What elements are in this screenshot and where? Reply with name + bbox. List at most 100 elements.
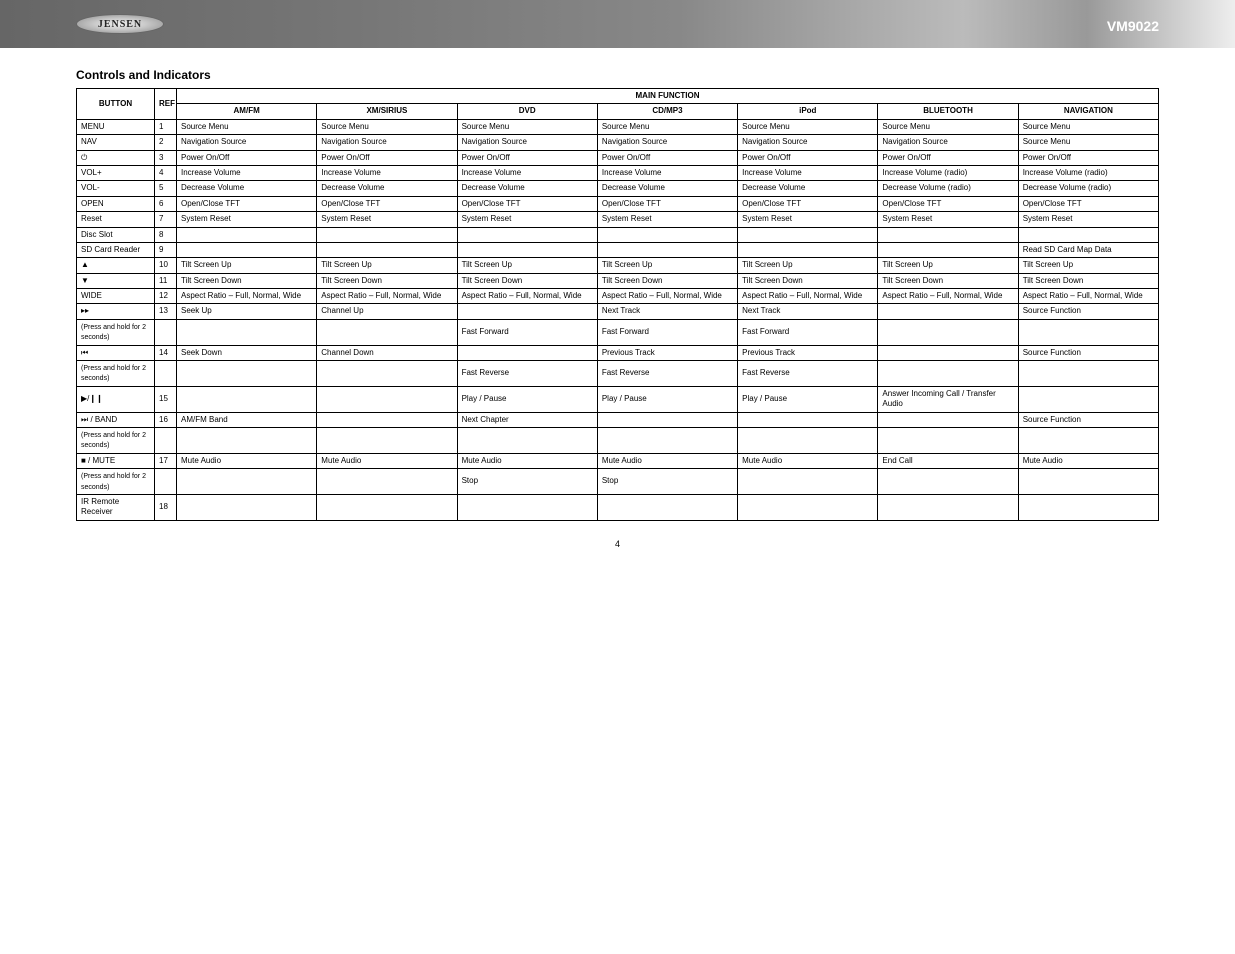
header-row-2: AM/FM XM/SIRIUS DVD CD/MP3 iPod BLUETOOT… (77, 104, 1159, 119)
ref-cell: 8 (155, 227, 177, 242)
function-cell (457, 427, 597, 453)
function-cell: System Reset (317, 212, 457, 227)
function-cell (878, 427, 1018, 453)
function-cell: End Call (878, 453, 1018, 468)
function-cell: Decrease Volume (radio) (1018, 181, 1158, 196)
function-cell: Fast Forward (457, 319, 597, 345)
table-row: (Press and hold for 2 seconds) (77, 427, 1159, 453)
function-cell (878, 304, 1018, 319)
function-cell: Source Function (1018, 412, 1158, 427)
button-label: Reset (81, 214, 102, 223)
button-cell: ⏭ / BAND (77, 412, 155, 427)
table-row: ▲ 10Tilt Screen UpTilt Screen UpTilt Scr… (77, 258, 1159, 273)
function-cell: Increase Volume (597, 165, 737, 180)
table-body: MENU1Source MenuSource MenuSource MenuSo… (77, 119, 1159, 520)
function-cell: Tilt Screen Up (457, 258, 597, 273)
function-cell: Increase Volume (177, 165, 317, 180)
function-cell: Open/Close TFT (177, 196, 317, 211)
function-cell: System Reset (1018, 212, 1158, 227)
button-cell: OPEN (77, 196, 155, 211)
function-cell: Increase Volume (radio) (1018, 165, 1158, 180)
button-icon: ▼ (81, 276, 89, 285)
table-row: OPEN6Open/Close TFTOpen/Close TFTOpen/Cl… (77, 196, 1159, 211)
function-cell: Power On/Off (738, 150, 878, 165)
function-cell: Aspect Ratio – Full, Normal, Wide (177, 289, 317, 304)
function-cell (1018, 494, 1158, 520)
function-cell (457, 227, 597, 242)
function-cell: Aspect Ratio – Full, Normal, Wide (597, 289, 737, 304)
function-cell: Channel Down (317, 345, 457, 360)
page-number: 4 (76, 539, 1159, 549)
function-cell: Decrease Volume (177, 181, 317, 196)
function-cell (177, 386, 317, 412)
button-label: MUTE (93, 456, 116, 465)
function-cell: Open/Close TFT (457, 196, 597, 211)
button-icon: ▲ (81, 260, 89, 269)
function-cell: Tilt Screen Down (597, 273, 737, 288)
function-cell: Tilt Screen Down (317, 273, 457, 288)
ref-cell: 2 (155, 135, 177, 150)
function-cell: Previous Track (738, 345, 878, 360)
function-cell: Mute Audio (738, 453, 878, 468)
function-cell: Tilt Screen Up (597, 258, 737, 273)
function-cell (738, 427, 878, 453)
ref-cell: 9 (155, 242, 177, 257)
function-cell (177, 227, 317, 242)
controls-table: BUTTON REF MAIN FUNCTION AM/FM XM/SIRIUS… (76, 88, 1159, 521)
logo-text: JENSEN (98, 19, 142, 30)
function-cell: Increase Volume (317, 165, 457, 180)
function-cell: Fast Reverse (597, 361, 737, 387)
function-cell: Next Track (597, 304, 737, 319)
button-label: NAV (81, 137, 97, 146)
function-cell (317, 242, 457, 257)
function-cell: Decrease Volume (597, 181, 737, 196)
function-cell: Power On/Off (597, 150, 737, 165)
ref-cell: 6 (155, 196, 177, 211)
ref-cell (155, 319, 177, 345)
function-cell: System Reset (878, 212, 1018, 227)
function-cell: Next Track (738, 304, 878, 319)
function-cell: Power On/Off (317, 150, 457, 165)
function-cell (738, 412, 878, 427)
table-row: VOL-5Decrease VolumeDecrease VolumeDecre… (77, 181, 1159, 196)
function-cell (597, 427, 737, 453)
ref-cell: 7 (155, 212, 177, 227)
function-cell (317, 319, 457, 345)
table-row: WIDE12Aspect Ratio – Full, Normal, WideA… (77, 289, 1159, 304)
col-xm: XM/SIRIUS (317, 104, 457, 119)
button-cell: ⏻ (77, 150, 155, 165)
button-cell: Disc Slot (77, 227, 155, 242)
function-cell: Tilt Screen Down (177, 273, 317, 288)
button-sublabel: (Press and hold for 2 seconds) (81, 324, 146, 341)
function-cell: Play / Pause (457, 386, 597, 412)
function-cell (597, 242, 737, 257)
table-row: SD Card Reader9 Read SD Card Map Data (77, 242, 1159, 257)
function-cell: Decrease Volume (radio) (878, 181, 1018, 196)
function-cell (878, 319, 1018, 345)
function-cell (878, 242, 1018, 257)
function-cell: Aspect Ratio – Full, Normal, Wide (457, 289, 597, 304)
function-cell: Tilt Screen Down (457, 273, 597, 288)
button-label: VOL+ (81, 168, 102, 177)
ref-cell: 1 (155, 119, 177, 134)
function-cell: Play / Pause (738, 386, 878, 412)
table-row: IR Remote Receiver18 (77, 494, 1159, 520)
table-row: ▼ 11Tilt Screen DownTilt Screen DownTilt… (77, 273, 1159, 288)
function-cell: Read SD Card Map Data (1018, 242, 1158, 257)
button-cell: SD Card Reader (77, 242, 155, 257)
button-label: WIDE (81, 291, 102, 300)
page-content: Controls and Indicators BUTTON REF MAIN … (0, 48, 1235, 549)
ref-cell: 17 (155, 453, 177, 468)
function-cell: Open/Close TFT (317, 196, 457, 211)
ref-cell: 4 (155, 165, 177, 180)
function-cell: Navigation Source (457, 135, 597, 150)
function-cell (317, 227, 457, 242)
function-cell (738, 242, 878, 257)
function-cell: Increase Volume (radio) (878, 165, 1018, 180)
model-number: VM9022 (1107, 18, 1159, 34)
ref-cell: 10 (155, 258, 177, 273)
function-cell (177, 494, 317, 520)
function-cell: Power On/Off (177, 150, 317, 165)
function-cell: System Reset (457, 212, 597, 227)
function-cell: Navigation Source (177, 135, 317, 150)
